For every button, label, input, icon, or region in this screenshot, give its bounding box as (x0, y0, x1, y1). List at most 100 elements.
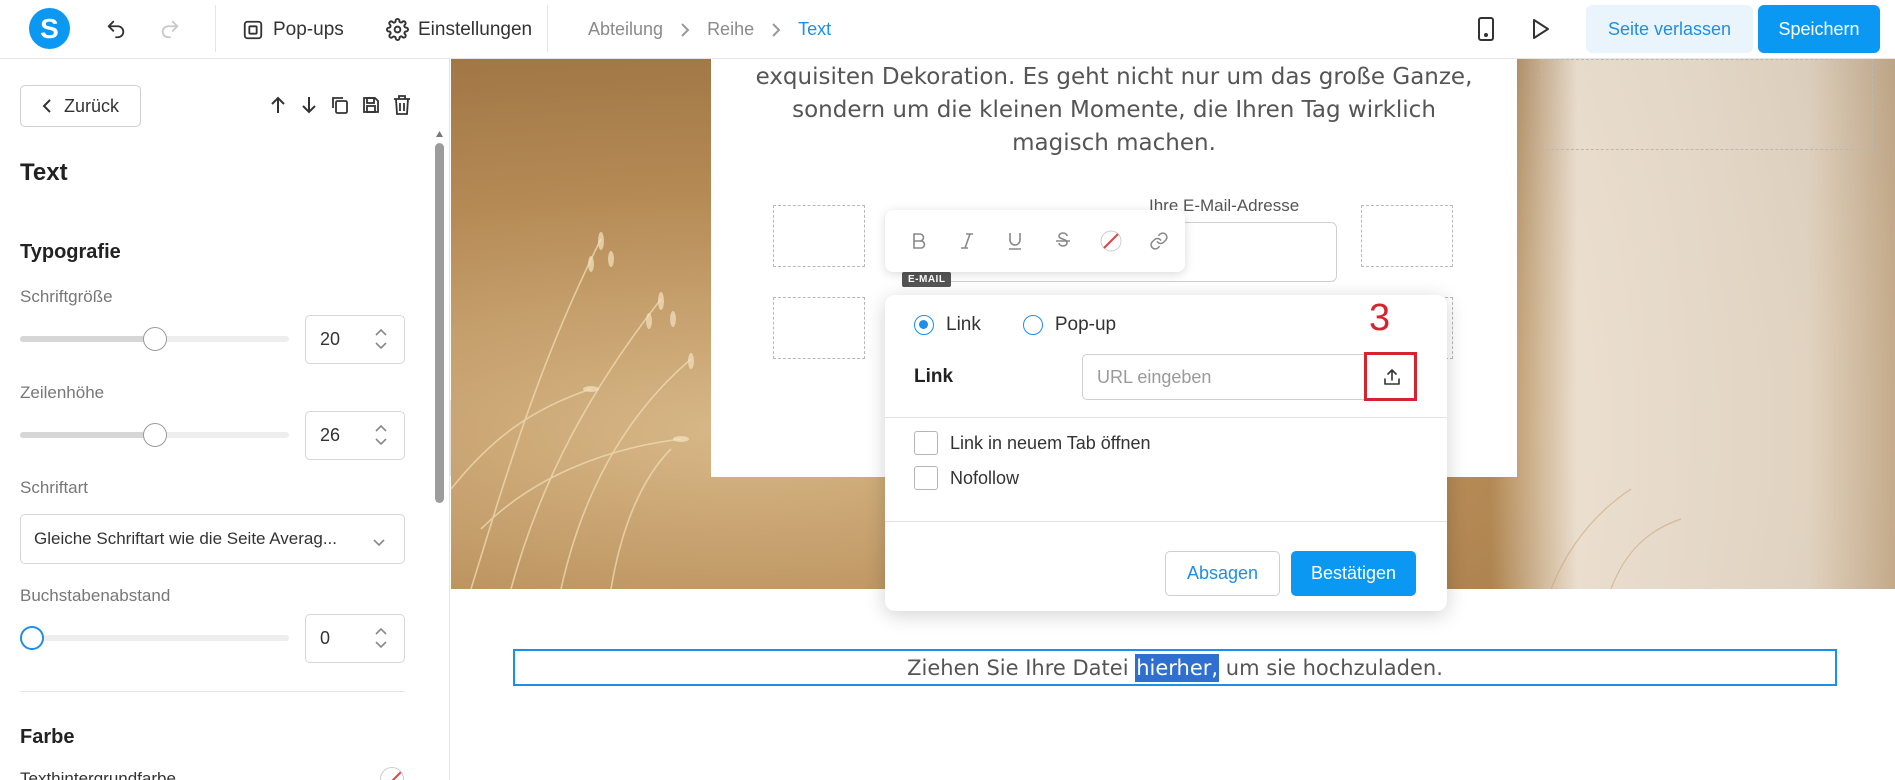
element-actions (266, 93, 414, 117)
save-button[interactable]: Speichern (1758, 5, 1880, 53)
scroll-up-icon[interactable] (435, 125, 444, 137)
chevron-right-icon (770, 22, 782, 38)
stepper-icon[interactable] (374, 625, 388, 651)
new-tab-label: Link in neuem Tab öffnen (950, 432, 1151, 453)
confirm-button[interactable]: Bestätigen (1291, 551, 1416, 596)
typography-heading: Typografie (20, 241, 121, 263)
line-height-input[interactable]: 26 (305, 411, 405, 460)
empty-slot[interactable] (773, 205, 865, 267)
letter-spacing-input[interactable]: 0 (305, 614, 405, 663)
selected-text-element[interactable]: Ziehen Sie Ihre Datei hierher, um sie ho… (513, 649, 1837, 686)
strikethrough-icon[interactable] (1047, 225, 1079, 257)
chevron-down-icon (372, 532, 386, 552)
font-size-value: 20 (320, 329, 341, 349)
redo-icon[interactable] (157, 16, 183, 42)
arrow-up-icon[interactable] (266, 93, 290, 117)
settings-button[interactable]: Einstellungen (386, 0, 532, 59)
selected-text[interactable]: hierher, (1135, 653, 1220, 682)
font-family-select[interactable]: Gleiche Schriftart wie die Seite Averag.… (20, 514, 405, 564)
slider-knob[interactable] (20, 626, 44, 650)
link-url-label: Link (914, 366, 954, 387)
empty-slot[interactable] (1361, 205, 1453, 267)
no-color-icon[interactable] (1095, 225, 1127, 257)
popups-label: Pop-ups (273, 18, 344, 40)
stepper-icon[interactable] (374, 422, 388, 448)
gear-icon (386, 18, 409, 41)
panel-title: Text (20, 159, 68, 186)
italic-icon[interactable] (951, 225, 983, 257)
radio-popup[interactable] (1022, 315, 1043, 335)
no-color-swatch[interactable] (380, 767, 404, 780)
leave-page-button[interactable]: Seite verlassen (1586, 5, 1753, 53)
line-height-label: Zeilenhöhe (20, 383, 105, 402)
app-logo[interactable]: S (29, 8, 70, 49)
dialog-divider (885, 521, 1447, 522)
letter-spacing-label: Buchstabenabstand (20, 586, 171, 605)
link-type-selector: Link Pop-up (914, 314, 1116, 336)
slider-fill (20, 336, 155, 342)
font-family-label: Schriftart (20, 478, 89, 497)
font-size-label: Schriftgröße (20, 287, 113, 306)
upload-text-before: Ziehen Sie Ihre Datei (907, 655, 1136, 680)
chevron-left-icon (42, 98, 52, 114)
chevron-right-icon (679, 22, 691, 38)
new-tab-checkbox[interactable] (914, 431, 938, 455)
popups-button[interactable]: Pop-ups (242, 0, 344, 59)
radio-link[interactable] (914, 315, 934, 335)
color-heading: Farbe (20, 726, 75, 748)
editor-canvas: exquisiten Dekoration. Es geht nicht nur… (451, 59, 1895, 780)
play-preview-icon[interactable] (1527, 16, 1553, 42)
undo-icon[interactable] (103, 16, 129, 42)
upload-text-after: um sie hochzuladen. (1219, 655, 1443, 680)
url-placeholder: URL eingeben (1097, 366, 1212, 387)
nofollow-label: Nofollow (950, 467, 1020, 488)
dialog-divider (885, 417, 1447, 418)
stepper-icon[interactable] (374, 326, 388, 352)
font-family-value: Gleiche Schriftart wie die Seite Averag.… (34, 529, 338, 548)
breadcrumb-item-text[interactable]: Text (798, 19, 831, 40)
text-format-toolbar (885, 210, 1185, 272)
font-size-slider[interactable] (20, 327, 289, 351)
mobile-preview-icon[interactable] (1473, 16, 1499, 42)
cancel-button[interactable]: Absagen (1165, 551, 1280, 596)
trash-icon[interactable] (390, 93, 414, 117)
link-icon[interactable] (1143, 225, 1175, 257)
nofollow-option[interactable]: Nofollow (914, 466, 1019, 490)
panel-scrollbar[interactable] (435, 143, 444, 503)
empty-slot[interactable] (773, 297, 865, 359)
line-height-value: 26 (320, 425, 341, 445)
slider-fill (20, 432, 155, 438)
letter-spacing-value: 0 (320, 628, 331, 648)
properties-panel: Zurück Text Typografie Schriftgröße 20 Z… (0, 59, 450, 780)
save-block-icon[interactable] (359, 93, 383, 117)
slider-knob[interactable] (142, 327, 167, 351)
bold-icon[interactable] (903, 225, 935, 257)
back-button[interactable]: Zurück (20, 85, 141, 127)
line-height-slider[interactable] (20, 423, 289, 447)
letter-spacing-slider[interactable] (20, 626, 289, 650)
breadcrumb-item-row[interactable]: Reihe (707, 19, 754, 40)
nofollow-checkbox[interactable] (914, 466, 938, 490)
breadcrumb: Abteilung Reihe Text (588, 0, 831, 59)
copy-icon[interactable] (328, 93, 352, 117)
underline-icon[interactable] (999, 225, 1031, 257)
radio-link-label[interactable]: Link (946, 314, 981, 336)
popup-icon (242, 19, 264, 41)
step-highlight-box (1364, 352, 1417, 401)
panel-divider (20, 691, 405, 692)
back-label: Zurück (63, 95, 119, 116)
link-dialog: Link Pop-up 3 Link URL eingeben Link in … (885, 295, 1447, 611)
font-size-input[interactable]: 20 (305, 315, 405, 364)
empty-slot[interactable] (1541, 59, 1873, 150)
radio-popup-label[interactable]: Pop-up (1055, 314, 1116, 336)
top-toolbar: S Pop-ups Einstellungen Abteilung Reihe … (0, 0, 1895, 59)
card-paragraph[interactable]: exquisiten Dekoration. Es geht nicht nur… (741, 61, 1487, 160)
slider-knob[interactable] (142, 423, 167, 447)
toolbar-divider (215, 5, 216, 52)
new-tab-option[interactable]: Link in neuem Tab öffnen (914, 431, 1151, 455)
email-element-tag: E-MAIL (902, 272, 952, 287)
breadcrumb-item-section[interactable]: Abteilung (588, 19, 663, 40)
arrow-down-icon[interactable] (297, 93, 321, 117)
toolbar-divider (547, 5, 548, 52)
text-background-color-label: Texthintergrundfarbe (20, 769, 176, 780)
